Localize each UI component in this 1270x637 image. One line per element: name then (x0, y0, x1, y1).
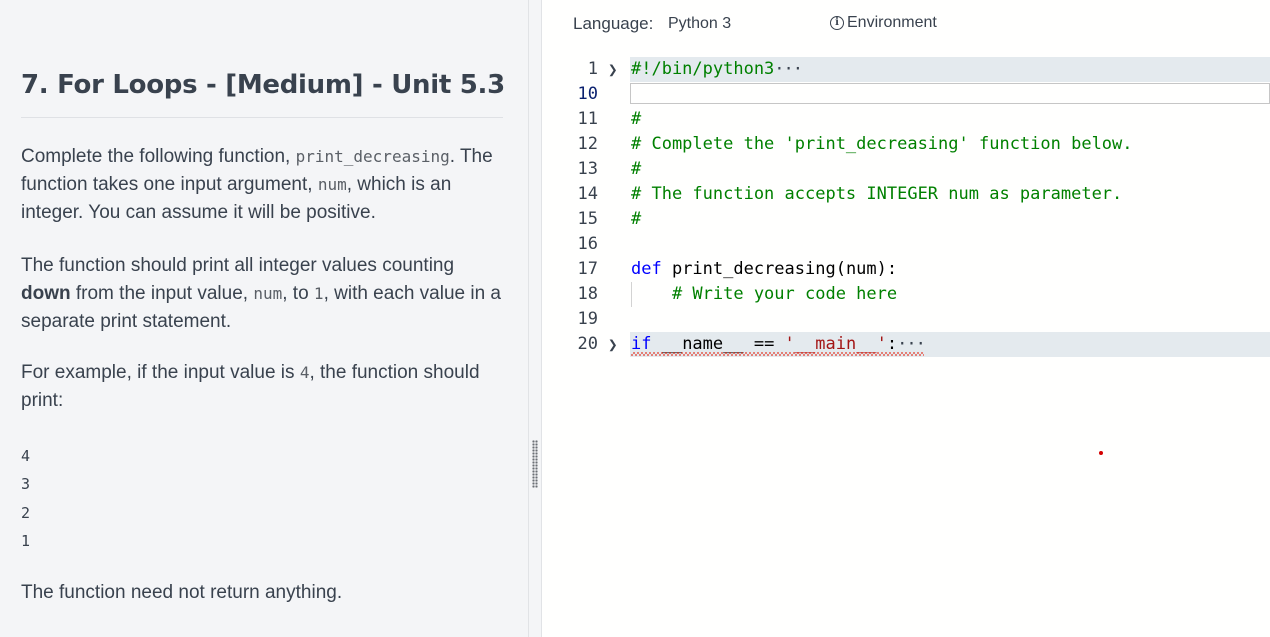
code-line[interactable]: 1 ❯ #!/bin/python3··· (542, 57, 1270, 82)
problem-description: Complete the following function, print_d… (21, 143, 507, 227)
example-code-input: 4 (299, 363, 310, 382)
code-string: '__main__' (784, 334, 887, 354)
line-number: 18 (577, 284, 598, 304)
problem-panel: 7. For Loops - [Medium] - Unit 5.3 Compl… (0, 0, 528, 637)
example-output: 4 3 2 1 (21, 442, 30, 555)
panel-splitter[interactable] (529, 0, 541, 637)
current-line-highlight (630, 83, 1270, 104)
folded-ellipsis[interactable]: ··· (897, 334, 926, 354)
req-code-one: 1 (313, 284, 324, 303)
code-line[interactable]: 18 # Write your code here (542, 282, 1270, 307)
line-number: 19 (577, 309, 598, 329)
line-number: 14 (577, 184, 598, 204)
folded-ellipsis[interactable]: ··· (774, 59, 803, 79)
line-number: 17 (577, 259, 598, 279)
arg-name-code: num (317, 175, 347, 194)
req-code-num: num (253, 284, 283, 303)
environment-label: Environment (847, 14, 937, 31)
code-area[interactable]: 1 ❯ #!/bin/python3··· 10 11 # 12 # Compl… (542, 57, 1270, 357)
drag-handle-icon[interactable] (532, 440, 538, 488)
code-plain: print_decreasing(num): (661, 259, 898, 279)
req-text-3: , to (282, 283, 314, 304)
code-line[interactable]: 15 # (542, 207, 1270, 232)
code-comment: # (631, 209, 642, 229)
problem-requirement: The function should print all integer va… (21, 252, 507, 336)
example-output-line: 4 (21, 447, 31, 465)
code-line[interactable]: 14 # The function accepts INTEGER num as… (542, 182, 1270, 207)
code-line[interactable]: 11 # (542, 107, 1270, 132)
info-icon: i (830, 16, 844, 30)
req-bold-down: down (21, 283, 71, 304)
editor-toolbar: Language: Python 3 i Environment (542, 0, 1270, 50)
chevron-right-icon[interactable]: ❯ (608, 332, 618, 357)
code-line[interactable]: 13 # (542, 157, 1270, 182)
line-number: 13 (577, 159, 598, 179)
code-text: #!/bin/python3··· (631, 57, 803, 82)
chevron-right-icon[interactable]: ❯ (608, 57, 618, 82)
line-number: 11 (577, 109, 598, 129)
code-keyword: if (631, 334, 652, 354)
code-plain: __name__ == (651, 334, 785, 354)
title-divider (21, 117, 503, 118)
code-line[interactable]: 19 (542, 307, 1270, 332)
line-number: 12 (577, 134, 598, 154)
line-number: 16 (577, 234, 598, 254)
environment-link[interactable]: i Environment (830, 14, 937, 32)
language-select[interactable]: Python 3 (668, 15, 731, 33)
code-line[interactable]: 17 def print_decreasing(num): (542, 257, 1270, 282)
line-number: 20 (577, 334, 598, 354)
problem-title: 7. For Loops - [Medium] - Unit 5.3 (21, 70, 505, 100)
code-text: def print_decreasing(num): (631, 257, 897, 282)
example-output-line: 2 (21, 503, 31, 522)
code-line-current[interactable]: 10 (542, 82, 1270, 107)
line-number: 1 (587, 59, 598, 79)
function-name-code: print_decreasing (295, 147, 450, 166)
code-line[interactable]: 12 # Complete the 'print_decreasing' fun… (542, 132, 1270, 157)
line-number: 15 (577, 209, 598, 229)
problem-example-intro: For example, if the input value is 4, th… (21, 359, 507, 415)
example-output-line: 1 (21, 531, 31, 550)
example-text-1: For example, if the input value is (21, 362, 300, 383)
line-number: 10 (577, 84, 598, 104)
error-squiggle (631, 352, 924, 356)
code-comment: #!/bin/python3 (631, 59, 775, 79)
code-comment: # (631, 159, 642, 179)
red-dot-marker (1099, 451, 1103, 455)
problem-return-note: The function need not return anything. (21, 582, 343, 603)
req-text-1: The function should print all integer va… (21, 255, 455, 276)
code-keyword: def (631, 259, 662, 279)
req-text-2: from the input value, (70, 283, 254, 304)
code-comment: # Write your code here (631, 284, 898, 304)
code-editor-panel: Language: Python 3 i Environment 1 ❯ #!/… (542, 0, 1270, 637)
code-plain: : (886, 334, 898, 354)
desc-text-1: Complete the following function, (21, 146, 296, 167)
code-line[interactable]: 16 (542, 232, 1270, 257)
code-line[interactable]: 20 ❯ if __name__ == '__main__':··· (542, 332, 1270, 357)
code-comment: # Complete the 'print_decreasing' functi… (631, 134, 1133, 154)
language-label: Language: (573, 14, 654, 33)
example-output-line: 3 (21, 475, 31, 494)
code-comment: # (631, 109, 642, 129)
code-comment: # The function accepts INTEGER num as pa… (631, 184, 1123, 204)
